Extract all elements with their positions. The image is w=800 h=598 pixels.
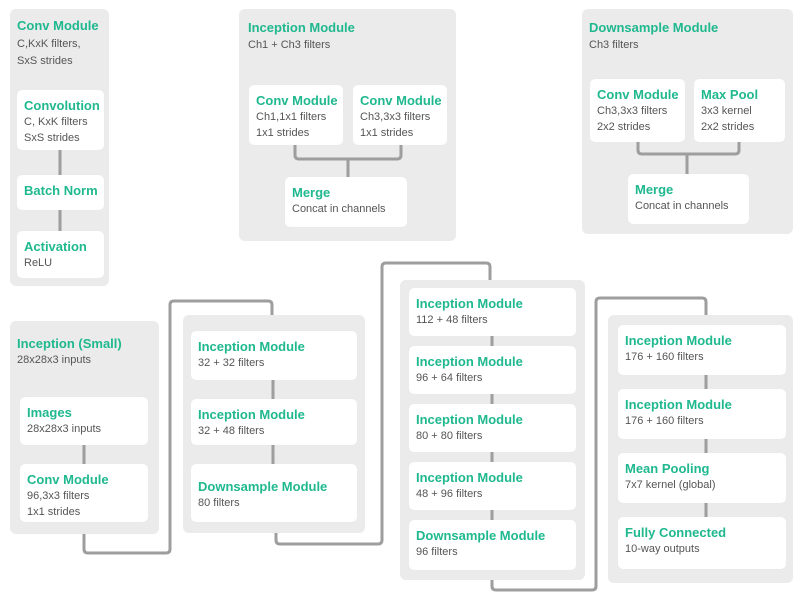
card-subtitle: 176 + 160 filters <box>625 415 704 427</box>
inception-module-card-1: Inception Module 176 + 160 filters <box>618 325 786 375</box>
card-subtitle: 7x7 kernel (global) <box>625 479 716 491</box>
card-subtitle: Concat in channels <box>635 200 729 212</box>
stage2-panel: Inception Module 112 + 48 filters Incept… <box>400 280 585 580</box>
card-title: Activation <box>24 239 87 254</box>
conv-module-card: Conv Module 96,3x3 filters 1x1 strides <box>20 464 148 522</box>
batch-norm-card: Batch Norm <box>17 175 104 210</box>
inception-module-card-2: Inception Module 176 + 160 filters <box>618 389 786 439</box>
card-title: Inception Module <box>198 339 305 354</box>
card-subtitle: Concat in channels <box>292 203 386 215</box>
card-subtitle: Ch3,3x3 filters 1x1 strides <box>360 111 431 139</box>
card-title: Inception Module <box>416 296 523 311</box>
inception-module-card-2: Inception Module 32 + 48 filters <box>191 399 357 445</box>
card-subtitle: 3x3 kernel 2x2 strides <box>701 105 755 133</box>
card-title: Conv Module <box>256 93 338 108</box>
card-subtitle: 176 + 160 filters <box>625 351 704 363</box>
downsample-module-panel: Downsample Module Ch3 filters Conv Modul… <box>582 9 793 234</box>
fully-connected-card: Fully Connected 10-way outputs <box>618 517 786 569</box>
card-subtitle: 48 + 96 filters <box>416 488 483 500</box>
card-title: Inception Module <box>625 333 732 348</box>
conv-module-1x1-card: Conv Module Ch1,1x1 filters 1x1 strides <box>249 85 343 145</box>
card-title: Inception Module <box>416 470 523 485</box>
downsample-module-card: Downsample Module 80 filters <box>191 464 357 522</box>
inception-small-panel: Inception (Small) 28x28x3 inputs Images … <box>10 321 159 534</box>
card-title: Convolution <box>24 98 100 113</box>
card-title: Max Pool <box>701 87 759 102</box>
conv-module-card: Conv Module Ch3,3x3 filters 2x2 strides <box>590 79 685 142</box>
card-title: Images <box>27 405 72 420</box>
stage3-panel: Inception Module 176 + 160 filters Incep… <box>608 315 793 583</box>
card-subtitle: 96,3x3 filters 1x1 strides <box>27 490 90 518</box>
card-title: Inception Module <box>416 412 523 427</box>
inception-module-card-1: Inception Module 32 + 32 filters <box>191 331 357 380</box>
card-title: Merge <box>292 185 331 200</box>
inception-module-card-4: Inception Module 48 + 96 filters <box>409 462 576 510</box>
card-title: Conv Module <box>27 472 109 487</box>
inception-module-card-2: Inception Module 96 + 64 filters <box>409 346 576 394</box>
card-title: Merge <box>635 182 674 197</box>
card-subtitle: Ch1,1x1 filters 1x1 strides <box>256 111 327 139</box>
merge-card: Merge Concat in channels <box>628 174 749 224</box>
card-title: Downsample Module <box>416 528 546 543</box>
stage1-panel: Inception Module 32 + 32 filters Incepti… <box>183 315 365 533</box>
card-title: Mean Pooling <box>625 461 710 476</box>
activation-card: Activation ReLU <box>17 231 104 278</box>
card-subtitle: 112 + 48 filters <box>416 314 488 326</box>
card-subtitle: 28x28x3 inputs <box>27 423 101 435</box>
max-pool-card: Max Pool 3x3 kernel 2x2 strides <box>694 79 785 142</box>
merge-card: Merge Concat in channels <box>285 177 407 227</box>
card-subtitle: 80 filters <box>198 497 240 509</box>
card-subtitle: 32 + 32 filters <box>198 357 265 369</box>
card-title: Inception Module <box>625 397 732 412</box>
card-subtitle: ReLU <box>24 257 53 269</box>
card-subtitle: 10-way outputs <box>625 543 700 555</box>
inception-module-card-1: Inception Module 112 + 48 filters <box>409 288 576 336</box>
mean-pooling-card: Mean Pooling 7x7 kernel (global) <box>618 453 786 503</box>
card-title: Inception Module <box>416 354 523 369</box>
card-subtitle: Ch3,3x3 filters 2x2 strides <box>597 105 668 133</box>
card-subtitle: 96 filters <box>416 546 458 558</box>
card-subtitle: 96 + 64 filters <box>416 372 483 384</box>
inception-module-card-3: Inception Module 80 + 80 filters <box>409 404 576 452</box>
conv-module-3x3-card: Conv Module Ch3,3x3 filters 1x1 strides <box>353 85 447 145</box>
downsample-module-card: Downsample Module 96 filters <box>409 520 576 570</box>
card-title: Fully Connected <box>625 525 727 540</box>
card-subtitle: 32 + 48 filters <box>198 425 265 437</box>
convolution-card: Convolution C, KxK filters SxS strides <box>17 90 104 150</box>
conv-module-panel: Conv Module C,KxK filters, SxS strides C… <box>10 9 109 286</box>
card-title: Conv Module <box>597 87 679 102</box>
card-title: Downsample Module <box>198 479 328 494</box>
card-subtitle: 80 + 80 filters <box>416 430 483 442</box>
card-subtitle: C, KxK filters SxS strides <box>24 116 88 144</box>
card-title: Conv Module <box>360 93 442 108</box>
card-title: Batch Norm <box>24 183 98 198</box>
images-card: Images 28x28x3 inputs <box>20 397 148 445</box>
card-title: Inception Module <box>198 407 305 422</box>
inception-module-panel: Inception Module Ch1 + Ch3 filters Conv … <box>239 9 456 241</box>
